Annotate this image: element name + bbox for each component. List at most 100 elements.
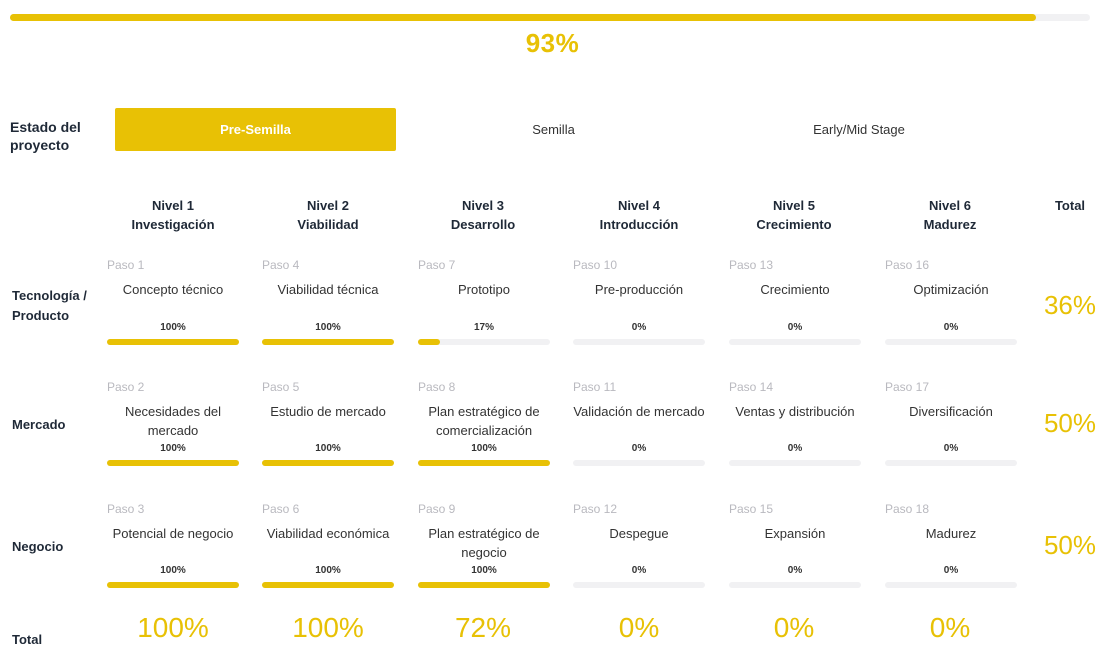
level-subtitle: Investigación <box>131 217 215 232</box>
level-header-2: Nivel 2 Viabilidad <box>253 196 403 234</box>
step-number: Paso 16 <box>885 258 930 272</box>
step-progress-bar <box>418 582 550 588</box>
level-subtitle: Introducción <box>599 217 679 232</box>
step-number: Paso 7 <box>418 258 456 272</box>
step-number: Paso 10 <box>573 258 618 272</box>
step-progress-bar <box>262 582 394 588</box>
step-title: Viabilidad económica <box>266 526 390 541</box>
overall-progress-fill <box>10 14 1036 21</box>
column-total-2: 100% <box>292 612 364 643</box>
step-progress-fill <box>107 339 239 345</box>
step-percent: 100% <box>315 322 341 333</box>
step-title: Plan estratégico de comercialización <box>428 404 540 438</box>
step-progress-bar <box>885 460 1017 466</box>
level-name: Nivel 3 <box>462 198 504 213</box>
step-title: Madurez <box>925 526 977 541</box>
stage-tab-semilla[interactable]: Semilla <box>398 108 709 151</box>
step-percent: 100% <box>160 565 186 576</box>
step-percent: 0% <box>943 322 959 333</box>
step-progress-fill <box>418 582 550 588</box>
step-number: Paso 14 <box>729 380 774 394</box>
step-percent: 0% <box>943 565 959 576</box>
step-progress-fill <box>418 460 550 466</box>
row-label-mercado: Mercado <box>12 417 66 432</box>
step-percent: 100% <box>160 443 186 454</box>
level-name: Nivel 4 <box>618 198 660 213</box>
step-progress-bar <box>418 339 550 345</box>
step-title: Ventas y distribución <box>735 404 855 419</box>
step-percent: 100% <box>471 443 497 454</box>
step-percent: 0% <box>631 565 647 576</box>
stage-tab-pre-semilla[interactable]: Pre-Semilla <box>115 108 396 151</box>
step-title: Crecimiento <box>760 282 830 297</box>
step-title: Concepto técnico <box>122 282 224 297</box>
step-title: Viabilidad técnica <box>277 282 379 297</box>
step-title: Validación de mercado <box>573 404 705 419</box>
row-label-negocio: Negocio <box>12 539 64 554</box>
step-progress-bar <box>729 460 861 466</box>
step-percent: 0% <box>787 322 803 333</box>
step-progress-bar <box>418 460 550 466</box>
step-percent: 100% <box>315 443 341 454</box>
step-title: Pre-producción <box>594 282 684 297</box>
step-progress-bar <box>262 460 394 466</box>
total-row-label: Total <box>12 632 43 647</box>
step-percent: 100% <box>471 565 497 576</box>
step-number: Paso 11 <box>573 380 617 394</box>
level-header-6: Nivel 6 Madurez <box>875 196 1025 234</box>
level-header-3: Nivel 3 Desarrollo <box>408 196 558 234</box>
step-number: Paso 17 <box>885 380 930 394</box>
step-percent: 100% <box>315 565 341 576</box>
step-progress-bar <box>885 582 1017 588</box>
step-progress-fill <box>107 582 239 588</box>
step-progress-bar <box>573 582 705 588</box>
step-progress-bar <box>885 339 1017 345</box>
column-total-3: 72% <box>454 612 512 643</box>
row-label-tecnologia: Tecnología / Producto <box>12 288 87 323</box>
project-status-label: Estado del proyecto <box>10 119 81 153</box>
step-title: Prototipo <box>457 282 511 297</box>
row-total-negocio: 50% <box>1043 530 1097 560</box>
step-number: Paso 9 <box>418 502 456 516</box>
step-percent: 0% <box>943 443 959 454</box>
column-total-6: 0% <box>929 612 971 643</box>
step-progress-fill <box>262 339 394 345</box>
step-number: Paso 3 <box>107 502 145 516</box>
step-number: Paso 13 <box>729 258 774 272</box>
level-header-5: Nivel 5 Crecimiento <box>719 196 869 234</box>
step-title: Optimización <box>913 282 989 297</box>
step-progress-bar <box>107 460 239 466</box>
level-subtitle: Viabilidad <box>297 217 359 232</box>
level-subtitle: Desarrollo <box>450 217 516 232</box>
step-progress-bar <box>262 339 394 345</box>
overall-progress-bar <box>10 14 1090 21</box>
level-name: Nivel 5 <box>773 198 815 213</box>
level-subtitle: Madurez <box>923 217 977 232</box>
step-percent: 100% <box>160 322 186 333</box>
total-column-header: Total <box>1054 198 1086 213</box>
step-progress-fill <box>418 339 441 345</box>
step-progress-bar <box>107 582 239 588</box>
step-number: Paso 6 <box>262 502 300 516</box>
level-name: Nivel 1 <box>152 198 194 213</box>
row-total-mercado: 50% <box>1043 408 1097 438</box>
stage-tab-early-mid-stage[interactable]: Early/Mid Stage <box>711 108 1007 151</box>
step-number: Paso 1 <box>107 258 145 272</box>
step-number: Paso 18 <box>885 502 930 516</box>
step-number: Paso 12 <box>573 502 618 516</box>
overall-progress-label: 93% <box>525 28 580 58</box>
step-number: Paso 15 <box>729 502 774 516</box>
step-title: Expansión <box>764 526 826 541</box>
step-progress-bar <box>573 460 705 466</box>
step-number: Paso 5 <box>262 380 300 394</box>
step-number: Paso 4 <box>262 258 300 272</box>
step-progress-bar <box>729 339 861 345</box>
step-percent: 17% <box>473 322 494 333</box>
column-total-5: 0% <box>773 612 815 643</box>
column-total-4: 0% <box>618 612 660 643</box>
step-progress-fill <box>262 460 394 466</box>
step-number: Paso 8 <box>418 380 456 394</box>
step-number: Paso 2 <box>107 380 145 394</box>
step-percent: 0% <box>631 443 647 454</box>
row-total-tecnologia: 36% <box>1043 290 1097 320</box>
